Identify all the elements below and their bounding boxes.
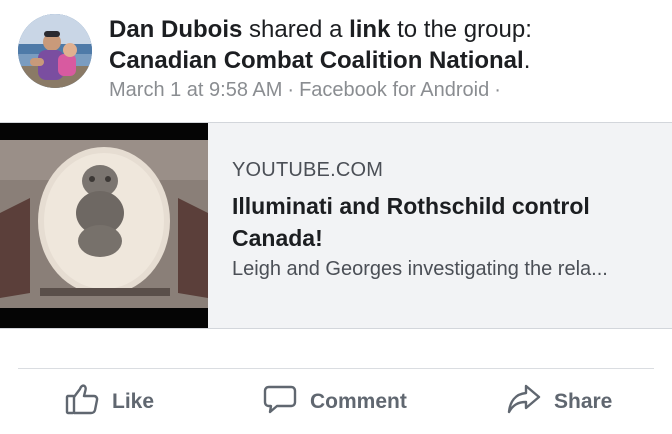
post-headline: Dan Dubois shared a link to the group: C… <box>109 14 662 76</box>
post-header: Dan Dubois shared a link to the group: C… <box>18 12 662 112</box>
group-name[interactable]: Canadian Combat Coalition National <box>109 47 524 74</box>
thumbs-up-icon <box>64 381 100 423</box>
facebook-post: Dan Dubois shared a link to the group: C… <box>0 0 672 434</box>
comment-label: Comment <box>310 390 407 413</box>
author-name[interactable]: Dan Dubois <box>109 16 242 43</box>
link-info: YOUTUBE.COM Illuminati and Rothschild co… <box>232 159 658 281</box>
link-word[interactable]: link <box>349 16 390 43</box>
shared-text: shared a <box>242 16 350 43</box>
link-domain: YOUTUBE.COM <box>232 159 384 181</box>
avatar[interactable] <box>18 14 92 88</box>
link-preview-card[interactable]: YOUTUBE.COM Illuminati and Rothschild co… <box>0 122 672 329</box>
link-title[interactable]: Illuminati and Rothschild control Canada… <box>232 190 658 254</box>
post-source: Facebook for Android <box>299 79 490 101</box>
like-button[interactable]: Like <box>64 380 154 424</box>
to-group-text: to the group: <box>390 16 532 43</box>
share-button[interactable]: Share <box>506 380 612 424</box>
meta-separator-end: · <box>494 79 501 101</box>
share-label: Share <box>554 390 613 413</box>
like-label: Like <box>112 390 155 413</box>
group-suffix: . <box>523 47 531 74</box>
post-timestamp[interactable]: March 1 at 9:58 AM <box>109 79 282 101</box>
thumbnail-image <box>0 123 208 328</box>
meta-separator: · <box>287 79 295 101</box>
share-arrow-icon <box>506 381 542 423</box>
avatar-image <box>18 14 92 88</box>
post-actions: Like Comment Share <box>0 380 672 424</box>
post-meta: March 1 at 9:58 AM · Facebook for Android · <box>109 79 506 102</box>
link-description: Leigh and Georges investigating the rela… <box>232 258 608 280</box>
video-thumbnail[interactable] <box>0 123 208 328</box>
speech-bubble-icon <box>262 381 298 423</box>
actions-divider <box>18 368 654 369</box>
comment-button[interactable]: Comment <box>262 380 407 424</box>
